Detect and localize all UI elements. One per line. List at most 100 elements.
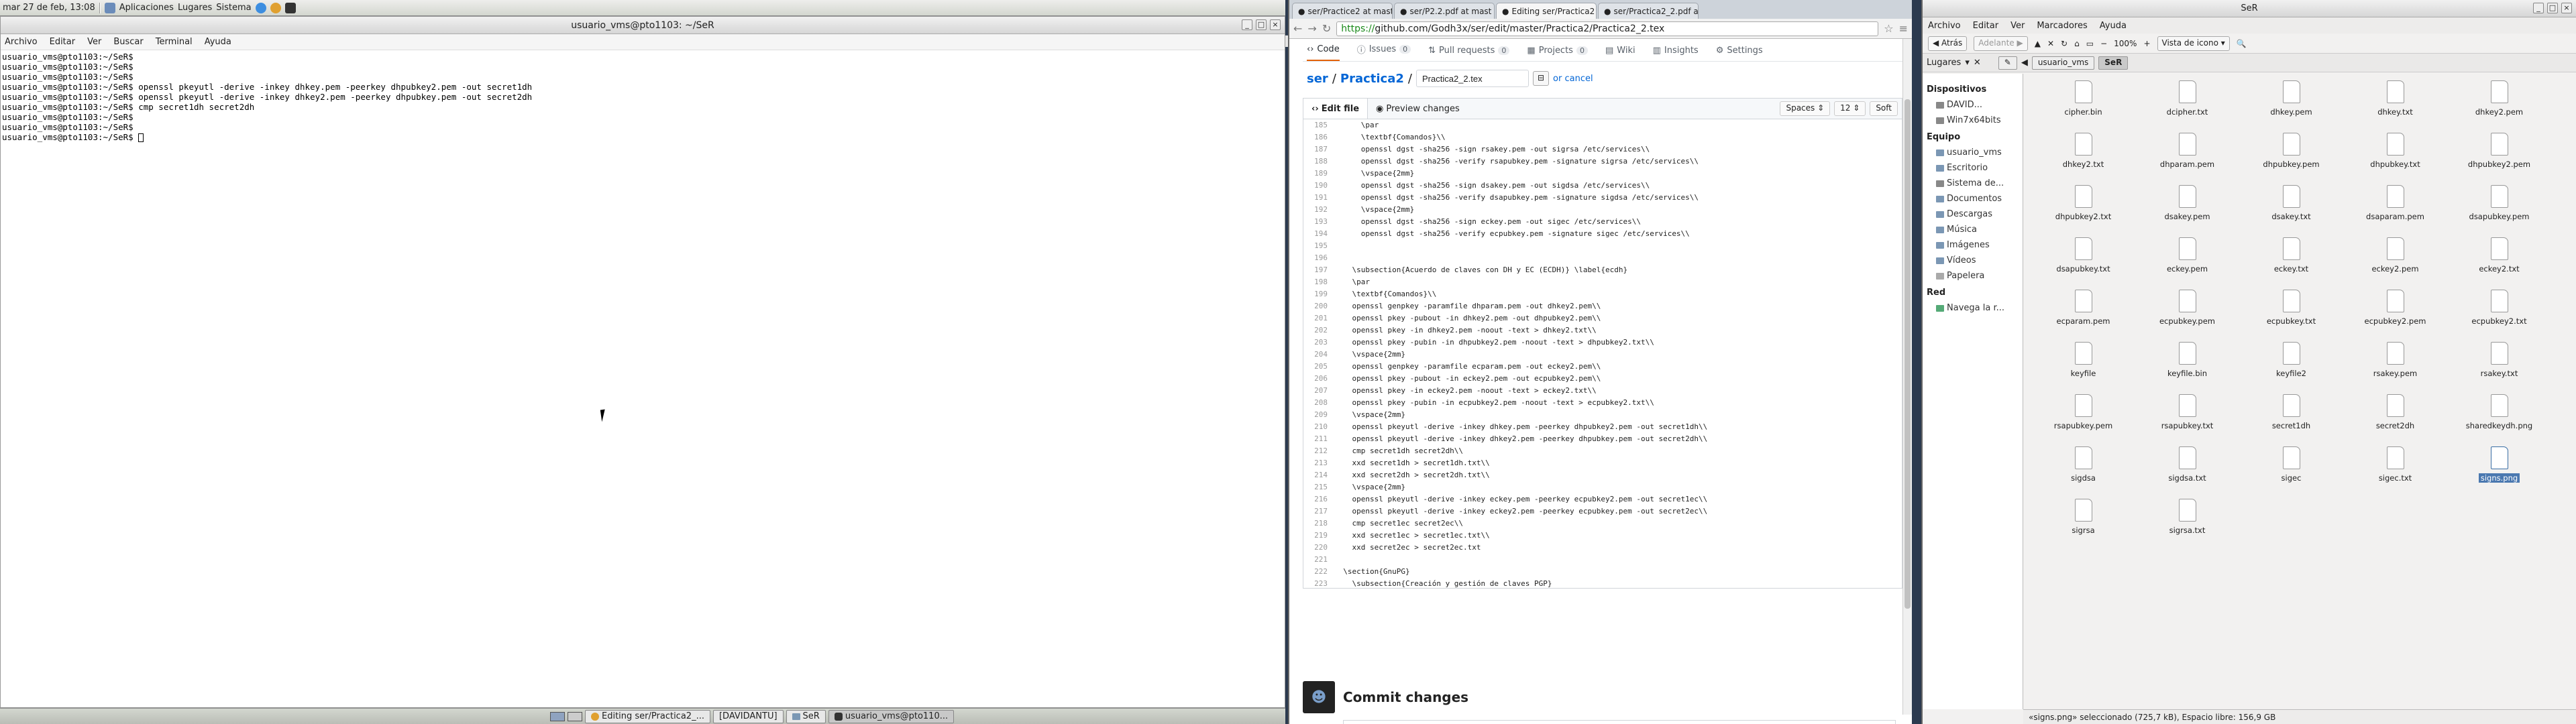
menu-ayuda[interactable]: Ayuda (2100, 21, 2127, 31)
cancel-link[interactable]: or cancel (1553, 74, 1593, 84)
file-item[interactable]: dhkey.txt (2343, 80, 2447, 126)
menu-sistema[interactable]: Sistema (216, 3, 251, 13)
reload-icon[interactable]: ↻ (2061, 39, 2068, 48)
terminal-titlebar[interactable]: usuario_vms@pto1103: ~/SeR _ □ × (1, 17, 1285, 34)
wrap-mode-select[interactable]: Soft (1870, 101, 1898, 116)
menu-editar[interactable]: Editar (50, 37, 76, 47)
file-item[interactable]: rsakey.txt (2447, 342, 2551, 387)
file-item[interactable]: sigrsa (2031, 499, 2135, 544)
path-button-current[interactable]: SeR (2098, 56, 2129, 70)
menu-lugares[interactable]: Lugares (178, 3, 212, 13)
tab-wiki[interactable]: ▤ Wiki (1605, 46, 1635, 61)
sidebar-item-desktop[interactable]: Escritorio (1927, 160, 2019, 176)
terminal-launcher-icon[interactable] (284, 2, 296, 13)
stop-icon[interactable]: ✕ (2047, 39, 2054, 48)
zoom-in-icon[interactable]: + (2143, 39, 2150, 48)
tab-projects[interactable]: ▦ Projects 0 (1527, 46, 1588, 61)
file-item[interactable]: secret2dh (2343, 394, 2447, 440)
file-item[interactable]: ecparam.pem (2031, 290, 2135, 335)
sidebar-item-downloads[interactable]: Descargas (1927, 206, 2019, 222)
file-menu-icon[interactable]: ⊟ (1532, 71, 1550, 86)
file-item[interactable]: dhpubkey.txt (2343, 133, 2447, 178)
file-item[interactable]: keyfile2 (2239, 342, 2343, 387)
page-scrollbar[interactable] (1902, 39, 1912, 715)
code-editor[interactable]: 185 \par 186 \textbf{Comandos}\\ 187 opens… (1303, 119, 1902, 589)
sidebar-item-device[interactable]: DAVID... (1927, 97, 2019, 113)
menu-ver[interactable]: Ver (2010, 21, 2025, 31)
tab-insights[interactable]: ▥ Insights (1653, 46, 1699, 61)
breadcrumb-folder[interactable]: Practica2 (1340, 72, 1404, 86)
scrollbar-thumb[interactable] (1904, 99, 1911, 609)
file-item[interactable]: cipher.bin (2031, 80, 2135, 126)
tab-edit-file[interactable]: ‹› Edit file (1303, 99, 1368, 119)
file-item[interactable]: dcipher.txt (2135, 80, 2239, 126)
view-mode-select[interactable]: Vista de icono ▾ (2157, 36, 2230, 51)
file-item[interactable]: eckey2.txt (2447, 237, 2551, 283)
file-item[interactable]: sharedkeydh.png (2447, 394, 2551, 440)
menu-ver[interactable]: Ver (87, 37, 101, 47)
file-item[interactable]: ecpubkey.pem (2135, 290, 2239, 335)
maximize-icon[interactable]: □ (1256, 19, 1267, 30)
minimize-icon[interactable]: _ (2533, 3, 2544, 13)
file-item[interactable]: rsapubkey.pem (2031, 394, 2135, 440)
menu-editar[interactable]: Editar (1973, 21, 1999, 31)
file-item[interactable]: sigec (2239, 446, 2343, 492)
terminal-output[interactable]: usuario_vms@pto1103:~/SeR$ usuario_vms@pt… (1, 50, 1285, 143)
browser-tab-active[interactable]: ● Editing ser/Practica2 (1496, 3, 1597, 19)
zoom-out-icon[interactable]: − (2100, 39, 2107, 48)
sidebar-item-videos[interactable]: Vídeos (1927, 253, 2019, 268)
menu-ayuda[interactable]: Ayuda (205, 37, 231, 47)
file-item[interactable]: dhkey.pem (2239, 80, 2343, 126)
taskbar-item-filemanager[interactable]: SeR (786, 709, 826, 723)
indent-size-select[interactable]: 12 ⇕ (1834, 101, 1866, 116)
tab-settings[interactable]: ⚙ Settings (1716, 46, 1763, 61)
file-item[interactable]: sigec.txt (2343, 446, 2447, 492)
places-dropdown-icon[interactable]: ▾ (1965, 58, 1970, 68)
file-item[interactable]: dhpubkey2.txt (2031, 185, 2135, 231)
chrome-icon[interactable] (270, 2, 281, 13)
back-button[interactable]: ◀ Atrás (1928, 36, 1968, 51)
file-item[interactable]: dhkey2.pem (2447, 80, 2551, 126)
taskbar-item-folder[interactable]: [DAVIDANTU] (712, 709, 784, 723)
file-item[interactable]: dsakey.txt (2239, 185, 2343, 231)
menu-buscar[interactable]: Buscar (113, 37, 143, 47)
file-item[interactable]: secret1dh (2239, 394, 2343, 440)
file-item[interactable]: dhpubkey.pem (2239, 133, 2343, 178)
file-item[interactable]: dhkey2.txt (2031, 133, 2135, 178)
filename-input[interactable] (1415, 70, 1529, 87)
menu-marcadores[interactable]: Marcadores (2037, 21, 2087, 31)
commit-message-input[interactable] (1343, 720, 1896, 724)
file-item[interactable]: rsapubkey.txt (2135, 394, 2239, 440)
file-item[interactable]: eckey.txt (2239, 237, 2343, 283)
up-icon[interactable]: ▲ (2035, 39, 2041, 48)
sidebar-item-device[interactable]: Win7x64bits (1927, 113, 2019, 128)
firefox-icon[interactable] (255, 2, 266, 13)
indent-mode-select[interactable]: Spaces ⇕ (1780, 101, 1831, 116)
minimize-icon[interactable]: _ (1242, 19, 1252, 30)
computer-icon[interactable]: ▭ (2086, 39, 2094, 48)
reload-icon[interactable]: ↻ (1322, 22, 1331, 35)
file-item[interactable]: dsapubkey.pem (2447, 185, 2551, 231)
file-item[interactable]: signs.png (2447, 446, 2551, 492)
sidebar-item-pictures[interactable]: Imágenes (1927, 237, 2019, 253)
file-item[interactable]: sigdsa.txt (2135, 446, 2239, 492)
tab-pull-requests[interactable]: ⇅ Pull requests 0 (1428, 46, 1510, 61)
launcher-icon[interactable] (104, 2, 115, 13)
forward-icon[interactable]: → (1307, 22, 1316, 35)
sidebar-item-home[interactable]: usuario_vms (1927, 145, 2019, 160)
path-button-home[interactable]: usuario_vms (2031, 56, 2095, 70)
tab-issues[interactable]: ⓘ Issues 0 (1357, 43, 1411, 61)
file-item[interactable]: ecpubkey.txt (2239, 290, 2343, 335)
file-item[interactable]: eckey2.pem (2343, 237, 2447, 283)
path-left-icon[interactable]: ◀ (2021, 58, 2028, 68)
fm-titlebar[interactable]: SeR _ □ × (1923, 0, 2576, 17)
file-item[interactable]: keyfile.bin (2135, 342, 2239, 387)
bookmark-star-icon[interactable]: ☆ (1884, 22, 1893, 35)
forward-button[interactable]: Adelante ▶ (1974, 36, 2028, 51)
menu-archivo[interactable]: Archivo (1928, 21, 1961, 31)
file-item[interactable]: dsaparam.pem (2343, 185, 2447, 231)
file-item[interactable]: dsakey.pem (2135, 185, 2239, 231)
close-icon[interactable]: × (1270, 19, 1281, 30)
sidebar-item-music[interactable]: Música (1927, 222, 2019, 237)
sidebar-item-filesystem[interactable]: Sistema de... (1927, 176, 2019, 191)
